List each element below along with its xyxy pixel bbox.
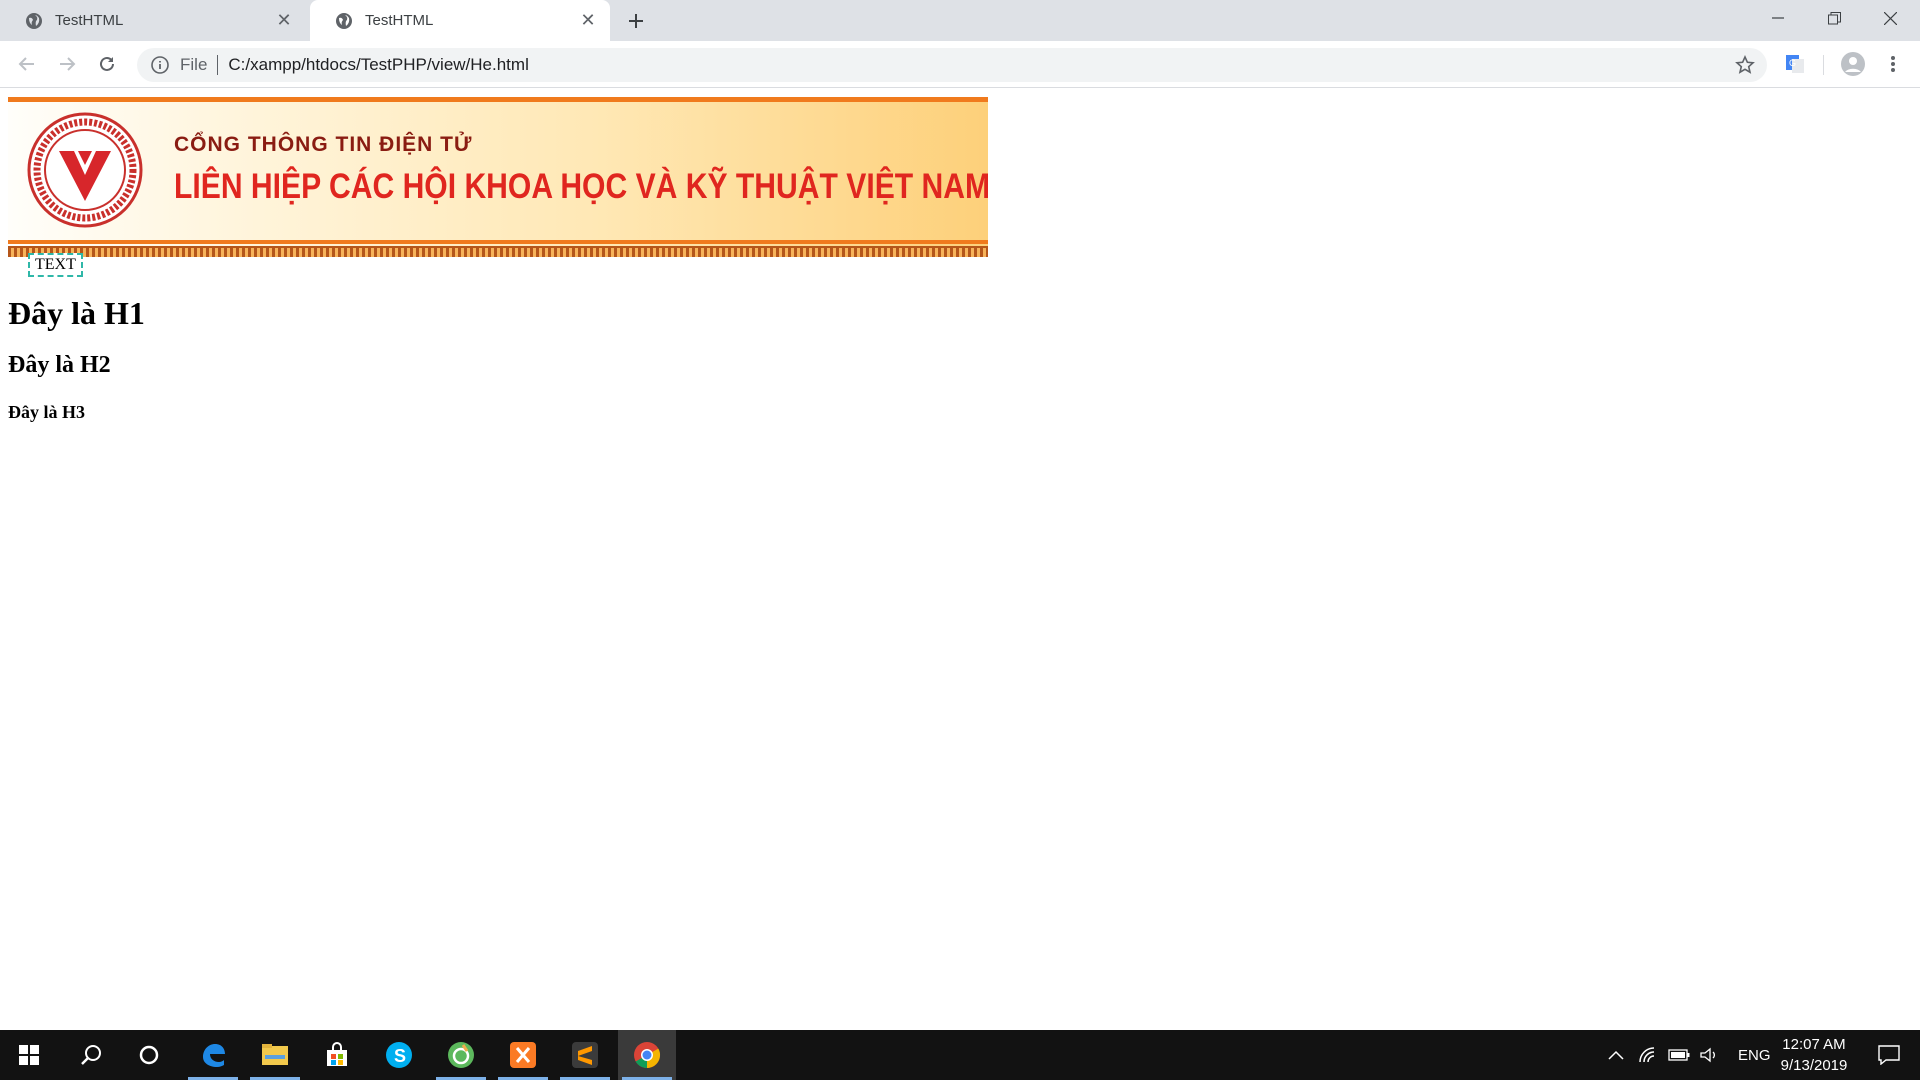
clock[interactable]: 12:07 AM 9/13/2019 (1768, 1034, 1860, 1076)
battery-icon[interactable] (1668, 1049, 1690, 1061)
back-arrow-icon (18, 57, 34, 71)
taskbar-chrome[interactable] (618, 1030, 676, 1080)
reload-icon (100, 56, 114, 71)
plus-icon (629, 14, 643, 28)
file-explorer-icon (262, 1044, 288, 1065)
taskbar-skype[interactable]: S (370, 1030, 428, 1080)
tab-1[interactable]: TestHTML ✕ (0, 0, 306, 41)
store-icon (327, 1042, 347, 1066)
cortana-button[interactable] (120, 1030, 178, 1080)
language-indicator[interactable]: ENG (1738, 1047, 1771, 1064)
banner-bottom-border (8, 240, 988, 244)
edge-icon (203, 1044, 225, 1067)
menu-button[interactable] (1876, 47, 1910, 81)
notification-icon (1878, 1045, 1900, 1065)
skype-icon: S (386, 1042, 412, 1068)
heading-1: Đây là H1 (8, 295, 145, 331)
restore-button[interactable] (1806, 0, 1862, 36)
banner-subtitle: CỔNG THÔNG TIN ĐIỆN TỬ (174, 133, 473, 156)
system-tray: ENG (1608, 1030, 1771, 1080)
address-bar[interactable]: File C:/xampp/htdocs/TestPHP/view/He.htm… (137, 48, 1767, 82)
avatar-icon (1841, 52, 1865, 76)
taskbar-app[interactable] (432, 1030, 490, 1080)
new-tab-button[interactable] (618, 6, 654, 36)
close-tab-icon[interactable]: ✕ (578, 10, 598, 30)
search-button[interactable] (62, 1030, 120, 1080)
page-content: CỔNG THÔNG TIN ĐIỆN TỬ LIÊN HIỆP CÁC HỘI… (0, 89, 1920, 1030)
tab-title: TestHTML (365, 12, 434, 29)
taskbar-store[interactable] (308, 1030, 366, 1080)
globe-icon (336, 12, 352, 29)
volume-icon[interactable] (1700, 1047, 1720, 1063)
text-box: TEXT (28, 253, 83, 277)
sublime-text-icon (572, 1042, 598, 1068)
forward-arrow-icon (60, 57, 76, 71)
taskbar-sublime-text[interactable] (556, 1030, 614, 1080)
vusta-logo (27, 112, 143, 228)
heading-3: Đây là H3 (8, 402, 86, 422)
scheme-label: File (180, 55, 208, 74)
taskbar-edge[interactable] (184, 1030, 242, 1080)
close-window-button[interactable] (1862, 0, 1918, 36)
chrome-icon (634, 1042, 661, 1069)
minimize-icon (1772, 17, 1784, 19)
translate-button[interactable]: G (1778, 47, 1812, 81)
close-icon (1883, 11, 1897, 25)
browser-toolbar: File C:/xampp/htdocs/TestPHP/view/He.htm… (0, 41, 1920, 88)
chevron-up-icon[interactable] (1608, 1050, 1624, 1060)
clock-date: 9/13/2019 (1780, 1057, 1848, 1074)
minimize-button[interactable] (1750, 0, 1806, 36)
separator (217, 55, 219, 75)
url-text[interactable]: C:/xampp/htdocs/TestPHP/view/He.html (228, 55, 528, 75)
profile-button[interactable] (1836, 47, 1870, 81)
back-button[interactable] (10, 47, 44, 81)
action-center-button[interactable] (1860, 1030, 1918, 1080)
wifi-icon[interactable] (1638, 1047, 1656, 1063)
banner-title: LIÊN HIỆP CÁC HỘI KHOA HỌC VÀ KỸ THUẬT V… (174, 167, 988, 206)
taskbar-file-explorer[interactable] (246, 1030, 304, 1080)
banner-pattern-border (8, 246, 988, 257)
toolbar-divider (1823, 55, 1824, 75)
taskbar-xampp[interactable] (494, 1030, 552, 1080)
globe-icon (26, 12, 42, 29)
start-button[interactable] (0, 1030, 58, 1080)
more-vert-icon (1891, 56, 1895, 72)
xampp-icon (510, 1042, 536, 1068)
svg-text:G: G (1789, 58, 1796, 68)
tab-2[interactable]: TestHTML ✕ (310, 0, 610, 41)
clock-time: 12:07 AM (1782, 1036, 1846, 1053)
bookmark-star-icon[interactable] (1735, 55, 1755, 75)
app-icon (448, 1042, 474, 1068)
svg-text:S: S (394, 1046, 406, 1066)
restore-icon (1827, 11, 1841, 24)
heading-2: Đây là H2 (8, 352, 111, 378)
start-icon (19, 1045, 39, 1065)
search-icon (81, 1045, 101, 1065)
tab-strip: TestHTML ✕ TestHTML ✕ (0, 0, 1920, 41)
windows-taskbar: S ENG 12:07 AM 9/13/2019 (0, 1030, 1920, 1080)
cortana-icon (139, 1045, 159, 1065)
forward-button[interactable] (50, 47, 84, 81)
close-tab-icon[interactable]: ✕ (274, 10, 294, 30)
reload-button[interactable] (90, 47, 124, 81)
tab-title: TestHTML (55, 12, 124, 29)
info-icon[interactable] (150, 55, 170, 75)
banner-top-border (8, 97, 988, 102)
header-banner: CỔNG THÔNG TIN ĐIỆN TỬ LIÊN HIỆP CÁC HỘI… (8, 97, 988, 257)
google-translate-icon: G (1786, 55, 1804, 73)
